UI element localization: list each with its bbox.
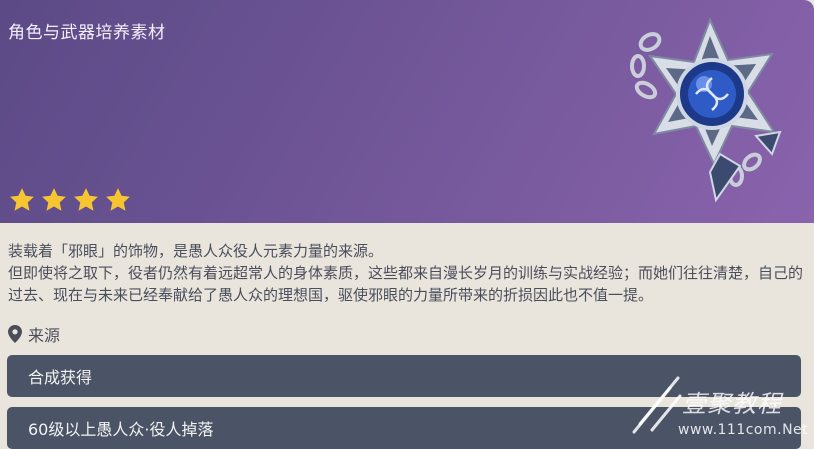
star-icon [106, 188, 130, 211]
watermark-logo-icon [632, 376, 682, 434]
description-line-2: 但即使将之取下，役者仍然有着远超常人的身体素质，这些都来自漫长岁月的训练与实战经… [8, 264, 804, 304]
source-crafting-label: 合成获得 [28, 368, 93, 387]
description-line-1: 装载着「邪眼」的饰物，是愚人众役人元素力量的来源。 [8, 242, 384, 260]
star-icon [74, 188, 98, 211]
watermark-title: 壹聚教程 [682, 390, 782, 418]
star-icon [42, 188, 66, 211]
item-image [630, 17, 782, 203]
source-heading: 来源 [8, 322, 60, 346]
rarity-stars [8, 186, 132, 214]
item-category: 角色与武器培养素材 [8, 23, 166, 43]
star-icon [10, 188, 34, 211]
location-pin-icon [8, 325, 22, 343]
source-enemy-drop-label: 60级以上愚人众·役人掉落 [28, 420, 214, 439]
item-banner: 角色与武器培养素材 [0, 0, 814, 223]
watermark: 壹聚教程 www.111com.Net [630, 370, 810, 442]
source-heading-label: 来源 [28, 326, 61, 345]
item-description: 装载着「邪眼」的饰物，是愚人众役人元素力量的来源。 但即使将之取下，役者仍然有着… [8, 240, 806, 306]
watermark-url: www.111com.Net [678, 422, 809, 438]
